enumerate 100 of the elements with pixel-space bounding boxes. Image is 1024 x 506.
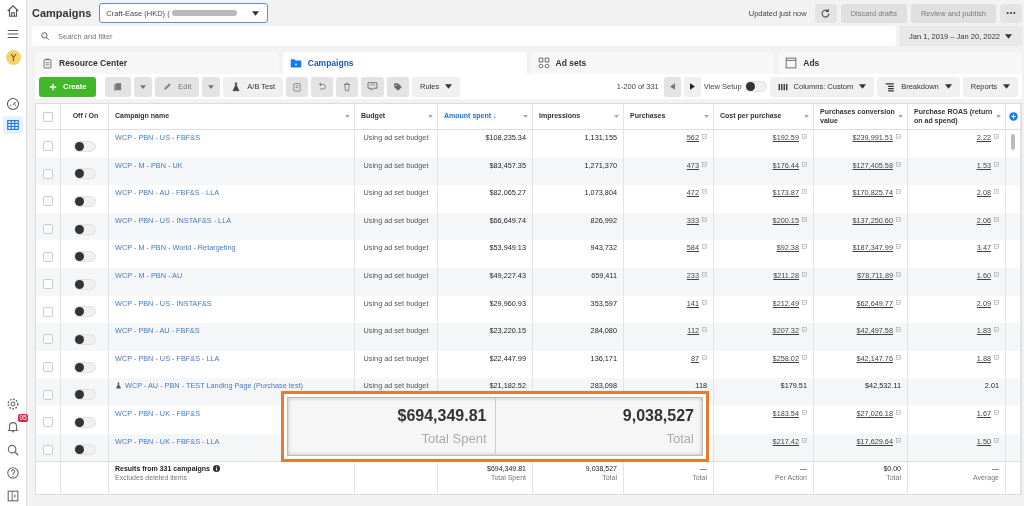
chart-square-icon	[994, 244, 999, 250]
more-button[interactable]	[1000, 3, 1022, 23]
chart-square-icon	[896, 409, 901, 415]
chart-square-icon	[802, 216, 807, 222]
bell-icon[interactable]	[6, 420, 20, 434]
campaign-toggle[interactable]	[73, 361, 96, 373]
callout-label: Total	[666, 431, 694, 446]
row-checkbox[interactable]	[43, 141, 53, 152]
clipboard-button[interactable]	[286, 76, 309, 97]
chart-square-icon	[802, 244, 807, 250]
caret-icon[interactable]	[704, 115, 709, 118]
plus-icon	[49, 82, 57, 91]
previous-page-button[interactable]	[663, 76, 681, 97]
row-checkbox[interactable]	[43, 279, 53, 290]
chart-square-icon	[702, 299, 707, 305]
chart-square-icon	[994, 189, 999, 195]
campaign-toggle[interactable]	[73, 416, 96, 428]
row-checkbox[interactable]	[43, 417, 53, 428]
settings-icon[interactable]	[6, 397, 20, 411]
info-icon[interactable]	[212, 465, 220, 473]
caret-icon[interactable]	[345, 115, 350, 118]
trash-icon	[342, 81, 353, 92]
duplicate-button[interactable]	[105, 76, 132, 97]
campaign-toggle[interactable]	[73, 223, 96, 235]
chart-square-icon	[994, 409, 999, 415]
help-icon[interactable]	[6, 466, 20, 480]
refresh-button[interactable]	[814, 3, 837, 23]
chart-square-icon	[802, 409, 807, 415]
chart-square-icon	[896, 189, 901, 195]
avatar-icon[interactable]	[5, 50, 21, 65]
chart-square-icon	[896, 134, 901, 139]
duplicate-menu-button[interactable]	[134, 76, 153, 97]
row-checkbox[interactable]	[43, 362, 53, 373]
caret-icon[interactable]	[804, 115, 809, 118]
view-setup-toggle[interactable]	[744, 81, 767, 92]
chart-square-icon	[802, 189, 807, 195]
chart-square-icon	[702, 354, 707, 360]
caret-icon[interactable]	[614, 115, 619, 118]
page-title: Campaigns	[32, 7, 92, 19]
delete-button[interactable]	[336, 76, 359, 97]
home-icon[interactable]	[6, 4, 20, 18]
chart-square-icon	[994, 216, 999, 222]
tab[interactable]: Ads	[778, 52, 1022, 74]
row-checkbox[interactable]	[43, 444, 53, 455]
campaign-toggle[interactable]	[73, 306, 96, 318]
campaign-toggle[interactable]	[73, 444, 96, 456]
chart-square-icon	[702, 327, 707, 333]
refresh-icon	[820, 7, 832, 19]
campaign-toggle[interactable]	[73, 196, 96, 207]
scrollbar-thumb[interactable]	[1011, 134, 1015, 150]
tag-button[interactable]	[387, 76, 410, 97]
caret-icon[interactable]	[523, 115, 528, 118]
folder-icon	[289, 57, 302, 69]
row-checkbox[interactable]	[43, 334, 53, 345]
next-page-button[interactable]	[683, 76, 701, 97]
undo-button[interactable]	[311, 76, 334, 97]
table-icon[interactable]	[3, 116, 23, 134]
window-icon	[785, 57, 798, 69]
campaign-toggle[interactable]	[73, 168, 96, 180]
search-icon[interactable]	[6, 443, 20, 457]
panel-icon[interactable]	[6, 489, 20, 503]
tag-icon	[393, 81, 404, 92]
row-checkbox[interactable]	[43, 196, 53, 207]
preview-button[interactable]	[361, 76, 385, 97]
caret-icon	[859, 84, 867, 89]
copy-icon	[113, 81, 124, 92]
more-icon	[1006, 11, 1016, 15]
row-checkbox[interactable]	[43, 389, 53, 400]
tab[interactable]: Resource Center	[35, 52, 279, 74]
caret-icon[interactable]	[898, 115, 903, 118]
campaign-toggle[interactable]	[73, 278, 96, 290]
chart-square-icon	[994, 327, 999, 333]
row-checkbox[interactable]	[43, 224, 53, 235]
undo-icon	[317, 81, 328, 92]
chart-square-icon	[994, 134, 999, 139]
select-all-checkbox[interactable]	[43, 111, 53, 122]
add-column-icon[interactable]	[1008, 112, 1018, 121]
chart-square-icon	[802, 271, 807, 277]
tab[interactable]: Ad sets	[530, 52, 775, 74]
caret-icon[interactable]	[996, 115, 1001, 118]
row-checkbox[interactable]	[43, 168, 53, 179]
campaign-toggle[interactable]	[73, 140, 96, 152]
chart-square-icon	[994, 354, 999, 360]
row-checkbox[interactable]	[43, 251, 53, 262]
campaign-toggle[interactable]	[73, 251, 96, 263]
menu-icon[interactable]	[6, 27, 20, 41]
flask-icon	[231, 81, 242, 92]
campaign-toggle[interactable]	[73, 333, 96, 345]
row-checkbox[interactable]	[43, 306, 53, 317]
chart-square-icon	[702, 134, 707, 139]
caret-icon	[252, 10, 260, 16]
chart-square-icon	[802, 134, 807, 139]
campaign-toggle[interactable]	[73, 389, 96, 401]
caret-icon[interactable]	[428, 115, 433, 118]
gauge-icon[interactable]	[6, 97, 20, 111]
chart-square-icon	[802, 299, 807, 305]
edit-menu-button[interactable]	[202, 76, 221, 97]
callout-label: Total Spent	[421, 431, 487, 446]
chart-square-icon	[994, 437, 999, 443]
tab[interactable]: Campaigns	[282, 52, 527, 74]
